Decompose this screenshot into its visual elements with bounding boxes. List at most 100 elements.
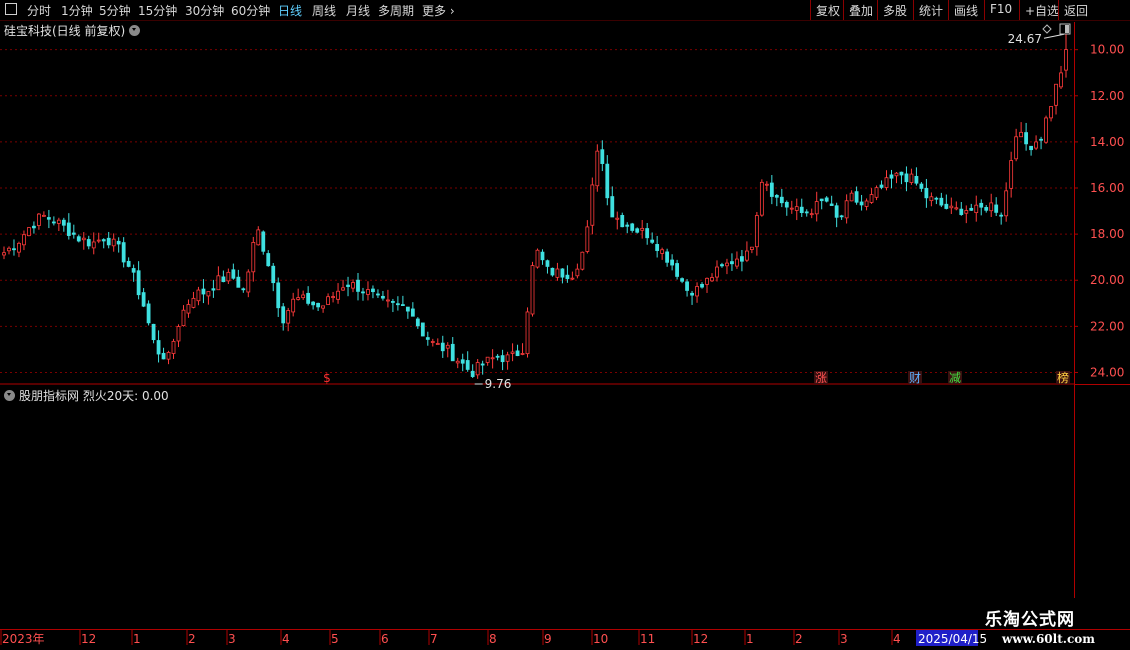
watermark: 乐淘公式网 www.60lt.com <box>985 605 1125 646</box>
candle-body <box>685 281 689 291</box>
candle-body <box>735 258 739 267</box>
high-arrow <box>1043 33 1065 39</box>
event-marker-1[interactable]: 涨 <box>815 370 827 385</box>
date-label: 4 <box>893 632 901 646</box>
candle-body <box>91 241 96 249</box>
date-label: 10 <box>593 632 608 646</box>
candle-body <box>1039 138 1043 141</box>
candle-body <box>745 250 749 261</box>
candle-body <box>410 308 415 317</box>
candle-body <box>1014 136 1019 160</box>
candle-body <box>231 269 236 279</box>
event-marker-2[interactable]: 财 <box>909 371 921 385</box>
candle-body <box>27 227 31 237</box>
candle-body <box>635 228 640 233</box>
candle-body <box>161 352 166 360</box>
date-label: 3 <box>228 632 236 646</box>
date-label: 2 <box>795 632 803 646</box>
candle-body <box>854 191 859 203</box>
candle-body <box>859 201 864 206</box>
candle-body <box>829 203 834 206</box>
candle-body <box>864 200 869 207</box>
candle-body <box>969 207 974 211</box>
candle-body <box>824 197 829 202</box>
candle-body <box>605 163 610 199</box>
candle-body <box>400 304 405 306</box>
candle-body <box>386 299 390 302</box>
event-marker-0[interactable]: $ <box>323 371 331 385</box>
candle-body <box>311 301 316 306</box>
candle-body <box>391 301 395 303</box>
candle-body <box>336 290 340 300</box>
candle-body <box>799 206 804 213</box>
candle-body <box>1034 141 1038 149</box>
candle-body <box>480 363 485 366</box>
candle-body <box>271 265 276 284</box>
candle-body <box>176 326 181 342</box>
diamond-icon[interactable] <box>1042 24 1052 34</box>
candle-body <box>575 268 580 277</box>
candle-body <box>954 207 959 210</box>
candle-body <box>740 256 744 262</box>
indicator-title-text: 股朋指标网 烈火20天: 0.00 <box>19 389 169 403</box>
candle-body <box>86 239 91 247</box>
candle-body <box>899 171 904 176</box>
candle-body <box>555 268 560 278</box>
candle-body <box>715 266 719 278</box>
candle-body <box>296 297 301 300</box>
price-label: 20.00 <box>1090 273 1124 287</box>
event-marker-3[interactable]: 减 <box>949 371 961 385</box>
candle-body <box>585 226 590 252</box>
candle-body <box>121 242 126 263</box>
chevron-down-icon[interactable] <box>4 390 15 401</box>
candle-body <box>395 303 400 306</box>
candle-body <box>984 207 989 211</box>
candle-body <box>440 342 445 352</box>
window-toggle-fill <box>1065 25 1069 33</box>
candle-body <box>291 298 296 313</box>
candle-body <box>764 183 769 186</box>
candle-body <box>286 310 291 324</box>
candle-body <box>241 288 246 291</box>
candle-body <box>425 337 430 340</box>
candle-body <box>455 360 460 364</box>
candle-body <box>530 265 535 315</box>
candle-body <box>665 251 670 263</box>
candle-body <box>251 242 256 273</box>
candle-body <box>151 323 156 341</box>
candle-body <box>964 210 969 214</box>
candle-body <box>51 221 56 224</box>
candle-body <box>814 201 819 215</box>
candle-body <box>1029 145 1033 151</box>
candle-body <box>246 271 251 293</box>
date-label: 12 <box>693 632 708 646</box>
candle-body <box>12 248 16 251</box>
candle-body <box>560 268 565 278</box>
candle-body <box>465 360 470 370</box>
main-price-chart: 24.00 22.00 20.00 18.00 16.00 14.00 12.00 10.00… <box>0 22 1130 646</box>
date-label: 11 <box>640 632 655 646</box>
candle-body <box>191 297 196 308</box>
candle-body <box>316 302 321 308</box>
candle-body <box>366 289 370 295</box>
cursor-date-label: 2025/04/15 <box>918 632 987 646</box>
candle-body <box>804 211 809 214</box>
candle-body <box>535 249 540 268</box>
candle-body <box>525 311 530 355</box>
candle-body <box>540 251 545 261</box>
candle-body <box>136 270 141 296</box>
candle-body <box>1049 106 1053 119</box>
date-label: 9 <box>544 632 552 646</box>
candle-body <box>256 229 261 246</box>
indicator-title: 股朋指标网 烈火20天: 0.00 <box>4 387 169 404</box>
candle-body <box>515 350 520 357</box>
date-label: 2023年 <box>2 632 45 646</box>
date-label: 7 <box>430 632 438 646</box>
candle-body <box>894 172 899 177</box>
candle-body <box>630 223 635 231</box>
candle-body <box>700 283 704 288</box>
event-marker-4[interactable]: 榜 <box>1057 370 1069 385</box>
candle-body <box>41 214 46 217</box>
candle-body <box>131 268 136 273</box>
candle-body <box>450 343 455 362</box>
